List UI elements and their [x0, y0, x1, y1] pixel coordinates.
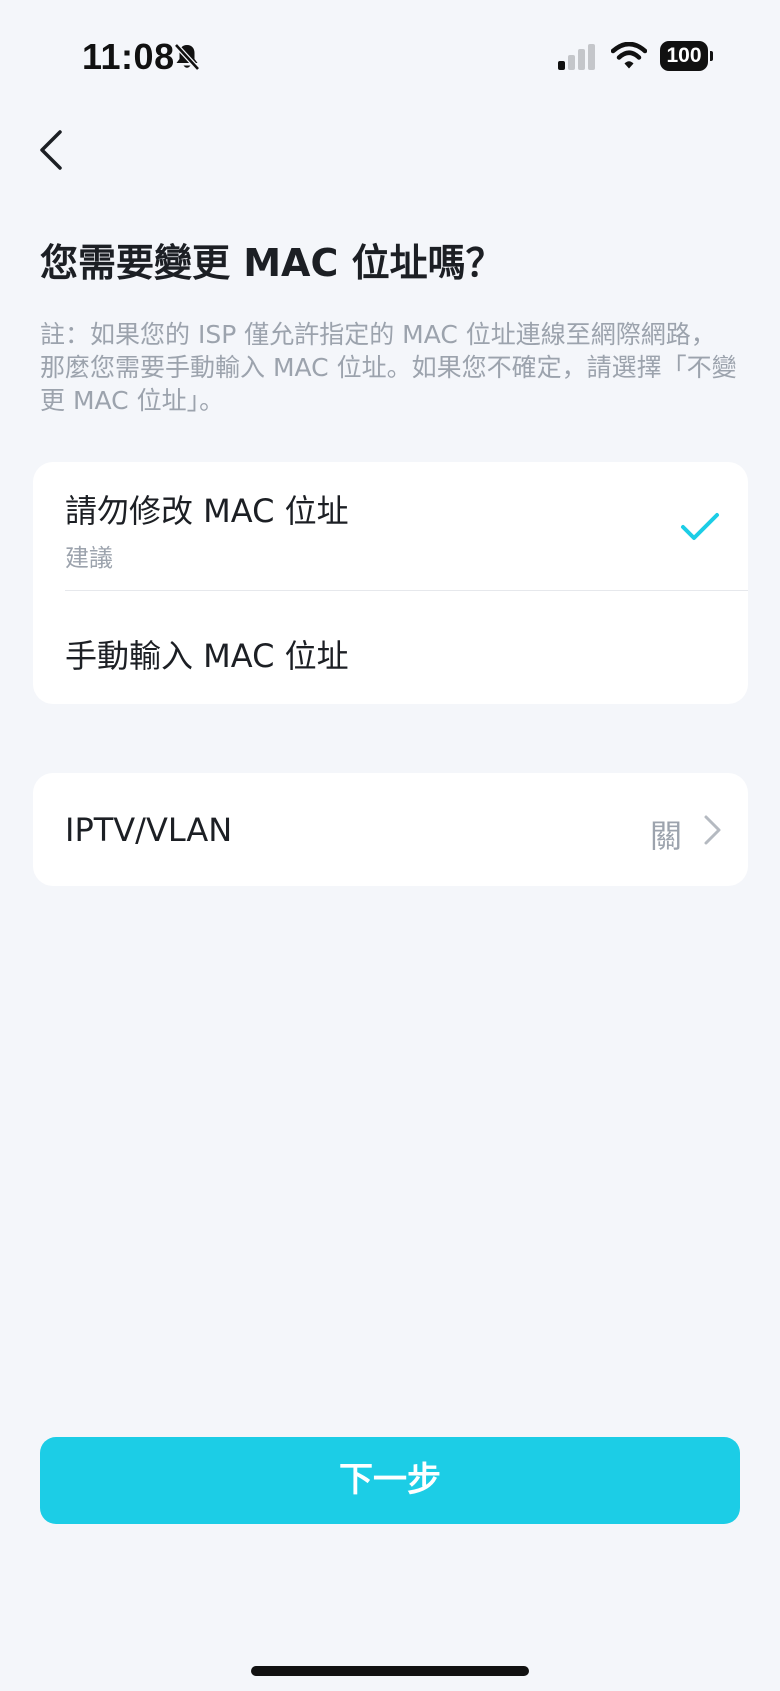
option-keep-mac[interactable]: 請勿修改 MAC 位址 建議 [33, 462, 748, 590]
bell-muted-icon [172, 42, 202, 76]
cellular-signal-icon [558, 44, 598, 74]
page-title: 您需要變更 MAC 位址嗎？ [40, 241, 504, 285]
battery-icon: 100 [660, 41, 713, 71]
check-icon [680, 512, 720, 546]
iptv-label: IPTV/VLAN [65, 811, 233, 849]
iptv-card: IPTV/VLAN 關 [33, 773, 748, 886]
option-label: 請勿修改 MAC 位址 [65, 492, 349, 530]
next-button[interactable]: 下一步 [40, 1437, 740, 1524]
status-time: 11:08 [82, 36, 175, 77]
back-button[interactable] [30, 118, 78, 182]
battery-level: 100 [660, 41, 708, 71]
option-manual-mac[interactable]: 手動輸入 MAC 位址 [33, 591, 748, 704]
status-bar: 11:08 100 [0, 0, 780, 110]
mac-options-card: 請勿修改 MAC 位址 建議 手動輸入 MAC 位址 [33, 462, 748, 704]
note-text: 註：如果您的 ISP 僅允許指定的 MAC 位址連線至網際網路，那麼您需要手動輸… [40, 320, 737, 415]
option-label: 手動輸入 MAC 位址 [65, 637, 349, 675]
iptv-status: 關 [649, 817, 682, 855]
wifi-icon [610, 41, 648, 74]
chevron-left-icon [40, 130, 62, 170]
option-recommended: 建議 [65, 544, 113, 572]
home-indicator [251, 1666, 529, 1676]
iptv-vlan-row[interactable]: IPTV/VLAN 關 [33, 773, 748, 886]
chevron-right-icon [702, 814, 722, 850]
